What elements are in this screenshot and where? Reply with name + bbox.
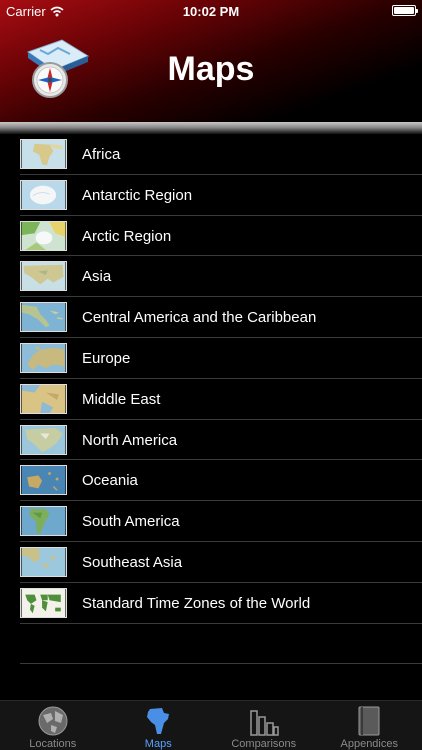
- africa-map-thumbnail: [20, 139, 67, 169]
- list-item-africa[interactable]: Africa: [0, 134, 422, 175]
- list-item-label: Southeast Asia: [82, 553, 183, 571]
- tab-label: Locations: [29, 738, 77, 750]
- list-item-label: Asia: [82, 268, 112, 286]
- tab-appendices[interactable]: Appendices: [317, 701, 422, 750]
- list-item-europe[interactable]: Europe: [0, 338, 422, 379]
- list-item-label: North America: [82, 431, 178, 449]
- status-time: 10:02 PM: [182, 4, 240, 19]
- list-item-central-america[interactable]: Central America and the Caribbean: [0, 297, 422, 338]
- arctic-map-thumbnail: [20, 220, 67, 251]
- list-item-label: Arctic Region: [82, 227, 172, 245]
- header-divider: [0, 122, 422, 134]
- tab-maps[interactable]: Maps: [106, 701, 212, 750]
- asia-map-thumbnail: [20, 261, 67, 292]
- europe-map-thumbnail: [20, 342, 67, 373]
- status-bar: Carrier 10:02 PM: [0, 0, 422, 24]
- list-item-label: Africa: [82, 146, 121, 163]
- south-america-map-thumbnail: [20, 506, 67, 537]
- tab-locations[interactable]: Locations: [0, 701, 106, 750]
- list-item-label: Europe: [82, 349, 131, 367]
- list-item-middle-east[interactable]: Middle East: [0, 379, 422, 420]
- tab-comparisons[interactable]: Comparisons: [211, 701, 317, 750]
- maps-list: Africa Antarctic Region Arctic Region As…: [0, 134, 422, 624]
- bar-chart-icon: [250, 710, 279, 736]
- globe-icon: [38, 706, 68, 736]
- list-item-label: South America: [82, 513, 180, 531]
- list-end-separator: [20, 663, 422, 664]
- page-title: Maps: [167, 50, 255, 88]
- tab-label: Appendices: [340, 738, 399, 750]
- list-item-arctic[interactable]: Arctic Region: [0, 216, 422, 257]
- tab-label: Maps: [144, 738, 172, 750]
- list-item-north-america[interactable]: North America: [0, 420, 422, 461]
- list-item-antarctic[interactable]: Antarctic Region: [0, 175, 422, 216]
- tab-label: Comparisons: [231, 738, 297, 750]
- book-icon: [358, 706, 380, 736]
- list-item-south-america[interactable]: South America: [0, 501, 422, 542]
- battery-icon: [392, 5, 418, 16]
- oceania-map-thumbnail: [20, 465, 67, 496]
- list-item-oceania[interactable]: Oceania: [0, 460, 422, 502]
- list-item-asia[interactable]: Asia: [0, 256, 422, 298]
- list-item-southeast-asia[interactable]: Southeast Asia: [0, 542, 422, 583]
- list-item-time-zones[interactable]: Standard Time Zones of the World: [0, 583, 422, 624]
- africa-icon: [147, 708, 170, 734]
- list-item-label: Antarctic Region: [82, 186, 193, 204]
- antarctic-map-thumbnail: [20, 179, 67, 210]
- list-item-label: Middle East: [82, 390, 161, 408]
- list-item-label: Central America and the Caribbean: [82, 309, 317, 327]
- north-america-map-thumbnail: [20, 424, 67, 455]
- middle-east-map-thumbnail: [20, 383, 67, 414]
- list-item-label: Standard Time Zones of the World: [82, 594, 311, 612]
- tab-bar: Locations Maps Comparisons Appendices: [0, 700, 422, 750]
- time-zones-map-thumbnail: [20, 587, 67, 618]
- southeast-asia-map-thumbnail: [20, 546, 67, 577]
- row-separator: [20, 622, 422, 624]
- central-america-map-thumbnail: [20, 302, 67, 333]
- list-item-label: Oceania: [82, 472, 138, 490]
